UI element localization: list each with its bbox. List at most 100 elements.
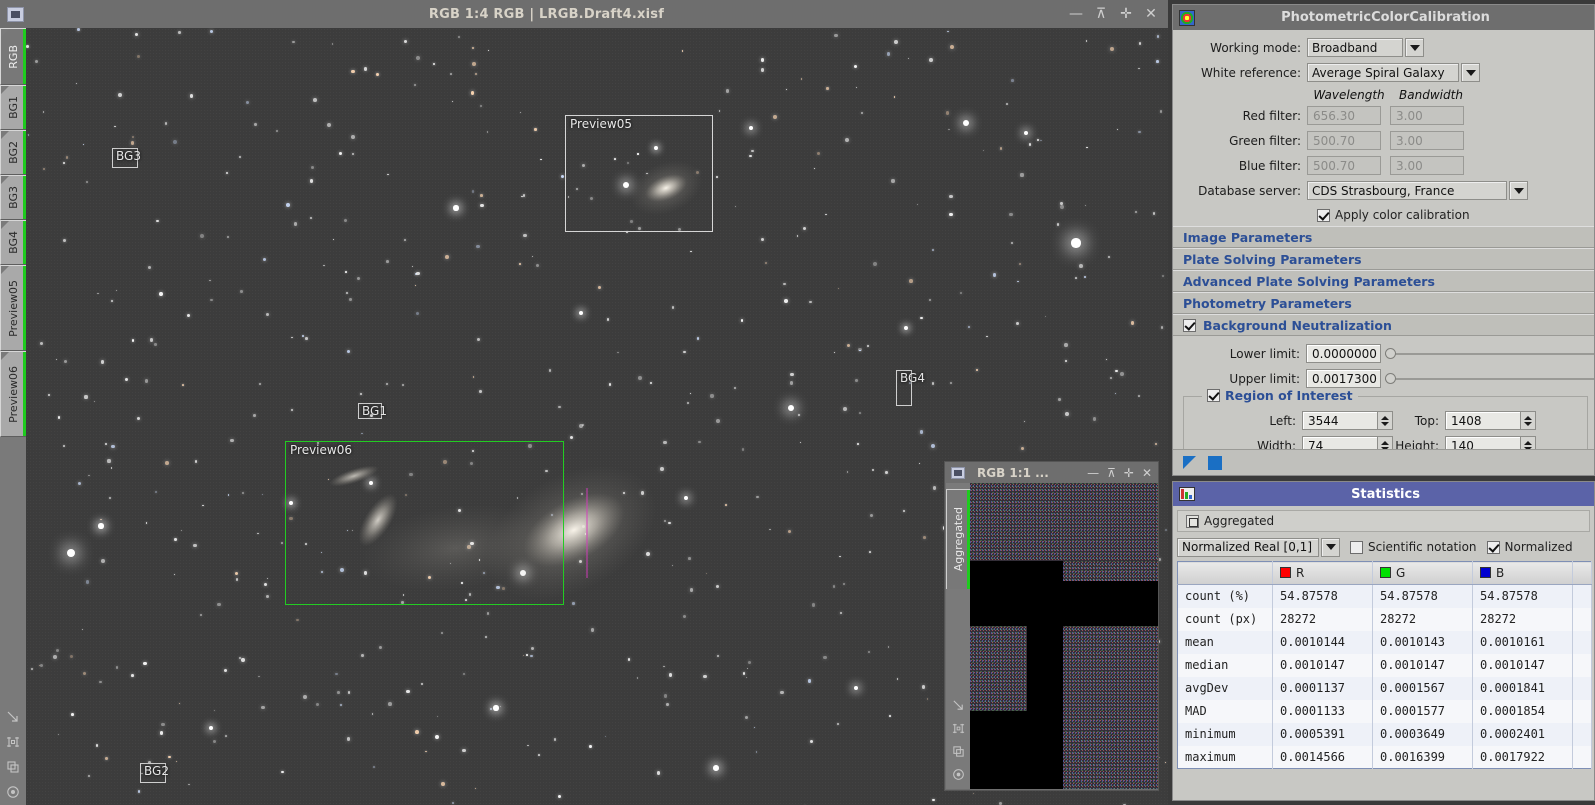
chevron-down-icon[interactable] <box>1321 537 1340 557</box>
blue-filter-wavelength-field[interactable]: 500.70 <box>1307 156 1381 175</box>
sidebar-item-bg3[interactable]: BG3 <box>0 175 26 220</box>
red-filter-wavelength-field[interactable]: 656.30 <box>1307 106 1381 125</box>
shade-button[interactable]: ⊼ <box>1094 7 1108 21</box>
roi-top-stepper[interactable]: 1408 <box>1445 411 1536 430</box>
table-row[interactable]: median 0.0010147 0.0010147 0.0010147 <box>1177 653 1592 677</box>
section-plate-solving-parameters[interactable]: Plate Solving Parameters <box>1173 248 1594 270</box>
normalized-row[interactable]: Normalized <box>1486 540 1573 554</box>
lower-limit-slider[interactable] <box>1385 347 1594 359</box>
apply-color-calibration-checkbox[interactable] <box>1317 208 1330 222</box>
region-of-interest-checkbox[interactable] <box>1207 389 1220 402</box>
aggregated-row[interactable]: Aggregated <box>1177 510 1590 532</box>
table-row[interactable]: count (px) 28272 28272 28272 <box>1177 607 1592 631</box>
table-row[interactable]: minimum 0.0005391 0.0003649 0.0002401 <box>1177 722 1592 746</box>
table-row[interactable]: MAD 0.0001133 0.0001577 0.0001854 <box>1177 699 1592 723</box>
roi-left-stepper[interactable]: 3544 <box>1302 411 1393 430</box>
star <box>346 349 350 353</box>
column-header-g[interactable]: G <box>1372 561 1473 585</box>
preview-rect-bg3[interactable]: BG3 <box>112 148 141 168</box>
maximize-button[interactable]: ✛ <box>1119 7 1133 21</box>
sidebar-item-bg2[interactable]: BG2 <box>0 130 26 175</box>
upper-limit-slider[interactable] <box>1385 372 1594 384</box>
column-header-b[interactable]: B <box>1472 561 1573 585</box>
sidebar-item-preview06[interactable]: Preview06 <box>0 351 26 437</box>
background-neutralization-checkbox[interactable] <box>1183 318 1196 332</box>
preview-rect-bg1[interactable]: BG1 <box>358 403 387 419</box>
upper-limit-field[interactable]: 0.0017300 <box>1306 369 1381 388</box>
apply-triangle-icon[interactable] <box>1183 456 1196 469</box>
column-header-extra[interactable] <box>1572 561 1592 585</box>
preview-rect-bg4[interactable]: BG4 <box>896 370 925 406</box>
sidebar-item-bg4[interactable]: BG4 <box>0 220 26 265</box>
stepper-buttons[interactable] <box>1521 411 1536 430</box>
database-server-select[interactable]: CDS Strasbourg, France <box>1307 181 1507 200</box>
star <box>471 46 474 49</box>
minimize-button[interactable]: — <box>1087 466 1099 480</box>
sidebar-item-aggregated[interactable]: Aggregated <box>946 489 970 589</box>
aggregated-checkbox[interactable] <box>1186 514 1199 528</box>
roi-left-field[interactable]: 3544 <box>1302 411 1378 430</box>
target-icon[interactable] <box>6 785 20 799</box>
normalized-checkbox[interactable] <box>1486 540 1500 554</box>
resize-arrow-icon[interactable] <box>952 699 965 712</box>
table-row[interactable]: avgDev 0.0001137 0.0001567 0.0001841 <box>1177 676 1592 700</box>
stat-name-cell: mean <box>1177 630 1273 654</box>
column-header-name[interactable] <box>1177 561 1273 585</box>
scientific-notation-row[interactable]: Scientific notation <box>1350 540 1477 554</box>
green-filter-bandwidth-field[interactable]: 3.00 <box>1390 131 1464 150</box>
pcc-title: PhotometricColorCalibration <box>1281 10 1490 25</box>
working-mode-select[interactable]: Broadband <box>1307 38 1403 57</box>
star <box>53 654 58 659</box>
statistics-title: Statistics <box>1351 486 1420 502</box>
chevron-down-icon[interactable] <box>1461 63 1480 82</box>
table-row[interactable]: count (%) 54.87578 54.87578 54.87578 <box>1177 584 1592 608</box>
lower-limit-field[interactable]: 0.0000000 <box>1306 344 1381 363</box>
float-preview-window: RGB 1:1 ... — ⊼ ✛ ✕ Aggregated <box>944 461 1159 791</box>
star <box>1063 342 1068 347</box>
sidebar-item-rgb[interactable]: RGB <box>0 28 26 85</box>
crosshair-icon[interactable] <box>952 722 965 735</box>
apply-color-calibration-row[interactable]: Apply color calibration <box>1179 204 1588 226</box>
maximize-button[interactable]: ✛ <box>1124 466 1134 480</box>
section-photometry-parameters[interactable]: Photometry Parameters <box>1173 292 1594 314</box>
scientific-notation-checkbox[interactable] <box>1350 540 1363 554</box>
table-row[interactable]: mean 0.0010144 0.0010143 0.0010161 <box>1177 630 1592 654</box>
float-window-titlebar[interactable]: RGB 1:1 ... — ⊼ ✛ ✕ <box>945 462 1158 483</box>
main-window-titlebar[interactable]: RGB 1:4 RGB | LRGB.Draft4.xisf — ⊼ ✛ ✕ <box>0 0 1168 28</box>
shade-button[interactable]: ⊼ <box>1107 466 1116 480</box>
window-restore-icon[interactable] <box>951 466 965 479</box>
red-filter-bandwidth-field[interactable]: 3.00 <box>1390 106 1464 125</box>
sidebar-item-preview05[interactable]: Preview05 <box>0 265 26 351</box>
section-advanced-plate-solving-parameters[interactable]: Advanced Plate Solving Parameters <box>1173 270 1594 292</box>
column-header-r[interactable]: R <box>1272 561 1373 585</box>
white-reference-select[interactable]: Average Spiral Galaxy <box>1307 63 1459 82</box>
statistics-titlebar[interactable]: Statistics <box>1173 482 1594 506</box>
crosshair-icon[interactable] <box>6 735 20 749</box>
apply-square-icon[interactable] <box>1208 455 1222 470</box>
stepper-buttons[interactable] <box>1378 411 1393 430</box>
target-icon[interactable] <box>952 768 965 781</box>
section-background-neutralization[interactable]: Background Neutralization <box>1173 314 1594 336</box>
chevron-down-icon[interactable] <box>1509 181 1528 200</box>
resize-arrow-icon[interactable] <box>6 710 20 724</box>
sidebar-item-bg1[interactable]: BG1 <box>0 85 26 130</box>
format-select[interactable]: Normalized Real [0,1] <box>1177 537 1319 557</box>
close-button[interactable]: ✕ <box>1144 7 1158 21</box>
pcc-titlebar[interactable]: PhotometricColorCalibration <box>1173 5 1594 30</box>
float-image-canvas[interactable] <box>970 483 1158 789</box>
section-image-parameters[interactable]: Image Parameters <box>1173 226 1594 248</box>
roi-top-field[interactable]: 1408 <box>1445 411 1521 430</box>
preview-rect-bg2[interactable]: BG2 <box>140 763 169 783</box>
blue-filter-bandwidth-field[interactable]: 3.00 <box>1390 156 1464 175</box>
window-restore-icon[interactable] <box>7 6 24 22</box>
region-of-interest-legend[interactable]: Region of Interest <box>1202 388 1358 403</box>
table-row[interactable]: maximum 0.0014566 0.0016399 0.0017922 <box>1177 745 1592 769</box>
duplicate-windows-icon[interactable] <box>952 745 965 758</box>
minimize-button[interactable]: — <box>1069 7 1083 21</box>
preview-rect-preview05[interactable]: Preview05 <box>565 115 713 232</box>
duplicate-windows-icon[interactable] <box>6 760 20 774</box>
green-filter-wavelength-field[interactable]: 500.70 <box>1307 131 1381 150</box>
preview-rect-preview06[interactable]: Preview06 <box>285 441 564 605</box>
chevron-down-icon[interactable] <box>1405 38 1424 57</box>
close-button[interactable]: ✕ <box>1142 466 1152 480</box>
